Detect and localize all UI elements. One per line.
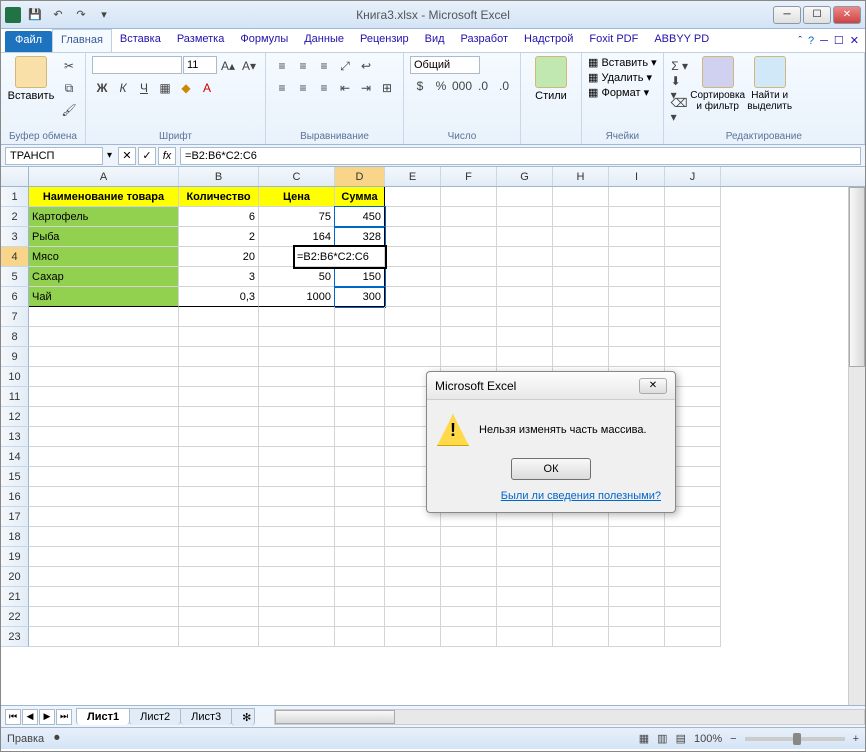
error-dialog: Microsoft Excel ✕ ! Нельзя изменять част… bbox=[426, 371, 676, 513]
dialog-title: Microsoft Excel bbox=[435, 379, 516, 393]
dialog-feedback-link[interactable]: Были ли сведения полезными? bbox=[437, 490, 665, 502]
modal-overlay: Microsoft Excel ✕ ! Нельзя изменять част… bbox=[1, 1, 865, 751]
warning-icon: ! bbox=[437, 414, 469, 446]
dialog-close-button[interactable]: ✕ bbox=[639, 378, 667, 394]
editing-cell[interactable]: =B2:B6*C2:C6 bbox=[295, 247, 385, 267]
dialog-ok-button[interactable]: ОК bbox=[511, 458, 591, 480]
dialog-message: Нельзя изменять часть массива. bbox=[479, 424, 647, 436]
